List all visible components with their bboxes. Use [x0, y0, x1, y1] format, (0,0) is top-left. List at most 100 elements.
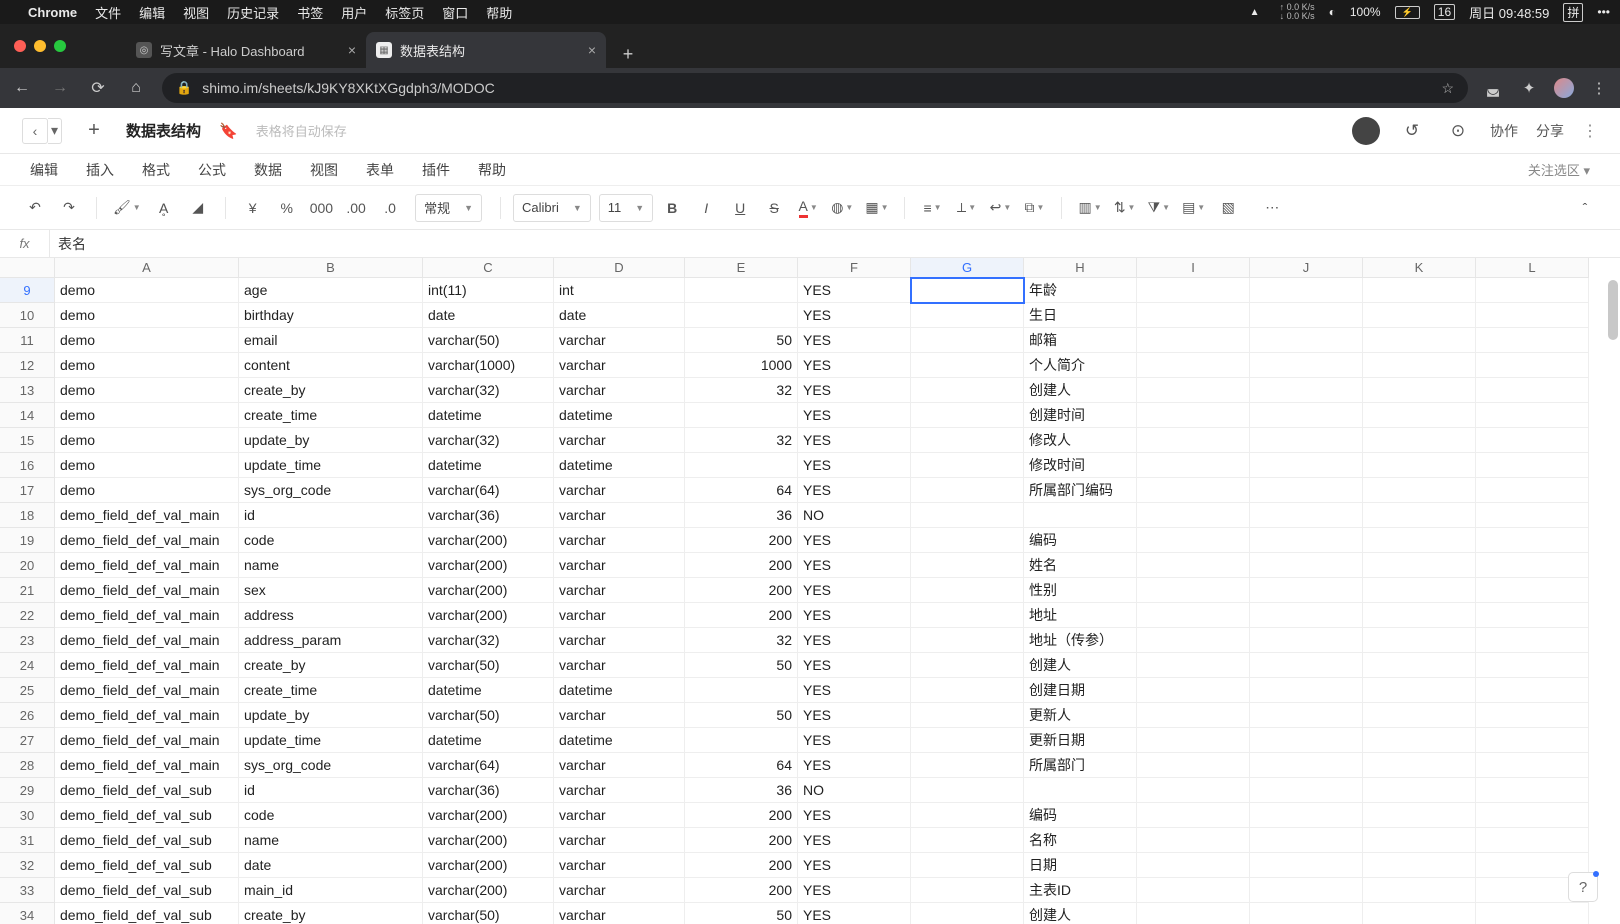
column-header[interactable]: K: [1363, 258, 1476, 278]
cell[interactable]: [1363, 903, 1476, 924]
row-header[interactable]: 15: [0, 428, 55, 453]
menu-item[interactable]: 表单: [366, 160, 394, 180]
cell[interactable]: [911, 378, 1024, 403]
undo-button[interactable]: ↶: [20, 193, 50, 223]
cell[interactable]: 编码: [1024, 803, 1137, 828]
cell[interactable]: [1476, 678, 1589, 703]
cell[interactable]: varchar(1000): [423, 353, 554, 378]
cell[interactable]: sys_org_code: [239, 478, 423, 503]
cell[interactable]: YES: [798, 628, 911, 653]
cell[interactable]: NO: [798, 503, 911, 528]
home-button[interactable]: ⌂: [124, 79, 148, 97]
cell[interactable]: varchar: [554, 353, 685, 378]
cell[interactable]: [1250, 778, 1363, 803]
column-header[interactable]: H: [1024, 258, 1137, 278]
doc-back-button[interactable]: ‹: [22, 118, 48, 144]
cell[interactable]: 36: [685, 778, 798, 803]
menu-item[interactable]: 编辑: [30, 160, 58, 180]
cell[interactable]: 200: [685, 528, 798, 553]
cell[interactable]: [1250, 553, 1363, 578]
row-header[interactable]: 20: [0, 553, 55, 578]
cell[interactable]: [1250, 628, 1363, 653]
cell[interactable]: [1137, 378, 1250, 403]
cell[interactable]: varchar: [554, 703, 685, 728]
cell[interactable]: 32: [685, 428, 798, 453]
menubar-item[interactable]: 帮助: [486, 3, 512, 22]
cell[interactable]: varchar(32): [423, 378, 554, 403]
tab-close-button[interactable]: ×: [348, 42, 356, 58]
cell[interactable]: [1137, 528, 1250, 553]
row-header[interactable]: 9: [0, 278, 55, 303]
new-tab-button[interactable]: +: [614, 40, 642, 68]
row-header[interactable]: 26: [0, 703, 55, 728]
cell[interactable]: [1363, 528, 1476, 553]
cell[interactable]: [1363, 603, 1476, 628]
collab-button[interactable]: 协作: [1490, 121, 1518, 141]
cell[interactable]: varchar: [554, 878, 685, 903]
cell[interactable]: varchar: [554, 328, 685, 353]
cell[interactable]: sex: [239, 578, 423, 603]
cell[interactable]: 创建人: [1024, 378, 1137, 403]
cell[interactable]: [911, 353, 1024, 378]
sort-button[interactable]: ⇅▼: [1110, 193, 1140, 223]
cell[interactable]: 36: [685, 503, 798, 528]
cell[interactable]: 修改时间: [1024, 453, 1137, 478]
cell[interactable]: [1250, 703, 1363, 728]
column-header[interactable]: F: [798, 258, 911, 278]
cell[interactable]: 名称: [1024, 828, 1137, 853]
cell[interactable]: [1137, 828, 1250, 853]
clear-format-button[interactable]: Ḁ: [149, 193, 179, 223]
cell[interactable]: demo: [55, 378, 239, 403]
percent-button[interactable]: %: [272, 193, 302, 223]
cell[interactable]: [1137, 403, 1250, 428]
cell[interactable]: create_time: [239, 678, 423, 703]
row-header[interactable]: 10: [0, 303, 55, 328]
profile-avatar[interactable]: [1554, 78, 1574, 98]
cell[interactable]: varchar(64): [423, 753, 554, 778]
cell[interactable]: varchar: [554, 828, 685, 853]
merge-cells-button[interactable]: ⧉▼: [1019, 193, 1049, 223]
cell[interactable]: demo_field_def_val_main: [55, 578, 239, 603]
cell[interactable]: [685, 303, 798, 328]
present-icon[interactable]: ⊙: [1444, 121, 1472, 141]
date-badge[interactable]: 16: [1434, 4, 1455, 20]
cell[interactable]: [1363, 803, 1476, 828]
menubar-item[interactable]: 历史记录: [227, 3, 279, 22]
cell[interactable]: demo_field_def_val_main: [55, 728, 239, 753]
cell[interactable]: varchar(200): [423, 803, 554, 828]
cell[interactable]: [1476, 803, 1589, 828]
cell[interactable]: datetime: [423, 728, 554, 753]
scrollbar-thumb[interactable]: [1608, 280, 1618, 340]
cell[interactable]: [1024, 503, 1137, 528]
close-window-button[interactable]: [14, 40, 26, 52]
cell[interactable]: address: [239, 603, 423, 628]
cell[interactable]: demo_field_def_val_main: [55, 678, 239, 703]
cell[interactable]: 编码: [1024, 528, 1137, 553]
row-header[interactable]: 32: [0, 853, 55, 878]
cell[interactable]: [1137, 753, 1250, 778]
cell[interactable]: name: [239, 553, 423, 578]
cell[interactable]: [911, 778, 1024, 803]
cell[interactable]: [1137, 428, 1250, 453]
row-header[interactable]: 31: [0, 828, 55, 853]
cell[interactable]: 50: [685, 653, 798, 678]
cell[interactable]: 地址: [1024, 603, 1137, 628]
cell[interactable]: 200: [685, 853, 798, 878]
cell[interactable]: [685, 678, 798, 703]
cell[interactable]: YES: [798, 553, 911, 578]
cell[interactable]: 更新人: [1024, 703, 1137, 728]
cell[interactable]: [685, 453, 798, 478]
cell[interactable]: [1476, 378, 1589, 403]
toolbar-collapse-icon[interactable]: ˆ: [1570, 193, 1600, 223]
column-header[interactable]: E: [685, 258, 798, 278]
cell[interactable]: 200: [685, 878, 798, 903]
font-size-select[interactable]: 11▼: [599, 194, 653, 222]
cell[interactable]: [1363, 303, 1476, 328]
pocket-icon[interactable]: ◛: [1482, 79, 1504, 97]
cell[interactable]: main_id: [239, 878, 423, 903]
clock[interactable]: 周日 09:48:59: [1469, 3, 1549, 22]
cell[interactable]: date: [554, 303, 685, 328]
cell[interactable]: varchar: [554, 753, 685, 778]
chart-button[interactable]: ▧: [1213, 193, 1243, 223]
cell[interactable]: [1476, 778, 1589, 803]
